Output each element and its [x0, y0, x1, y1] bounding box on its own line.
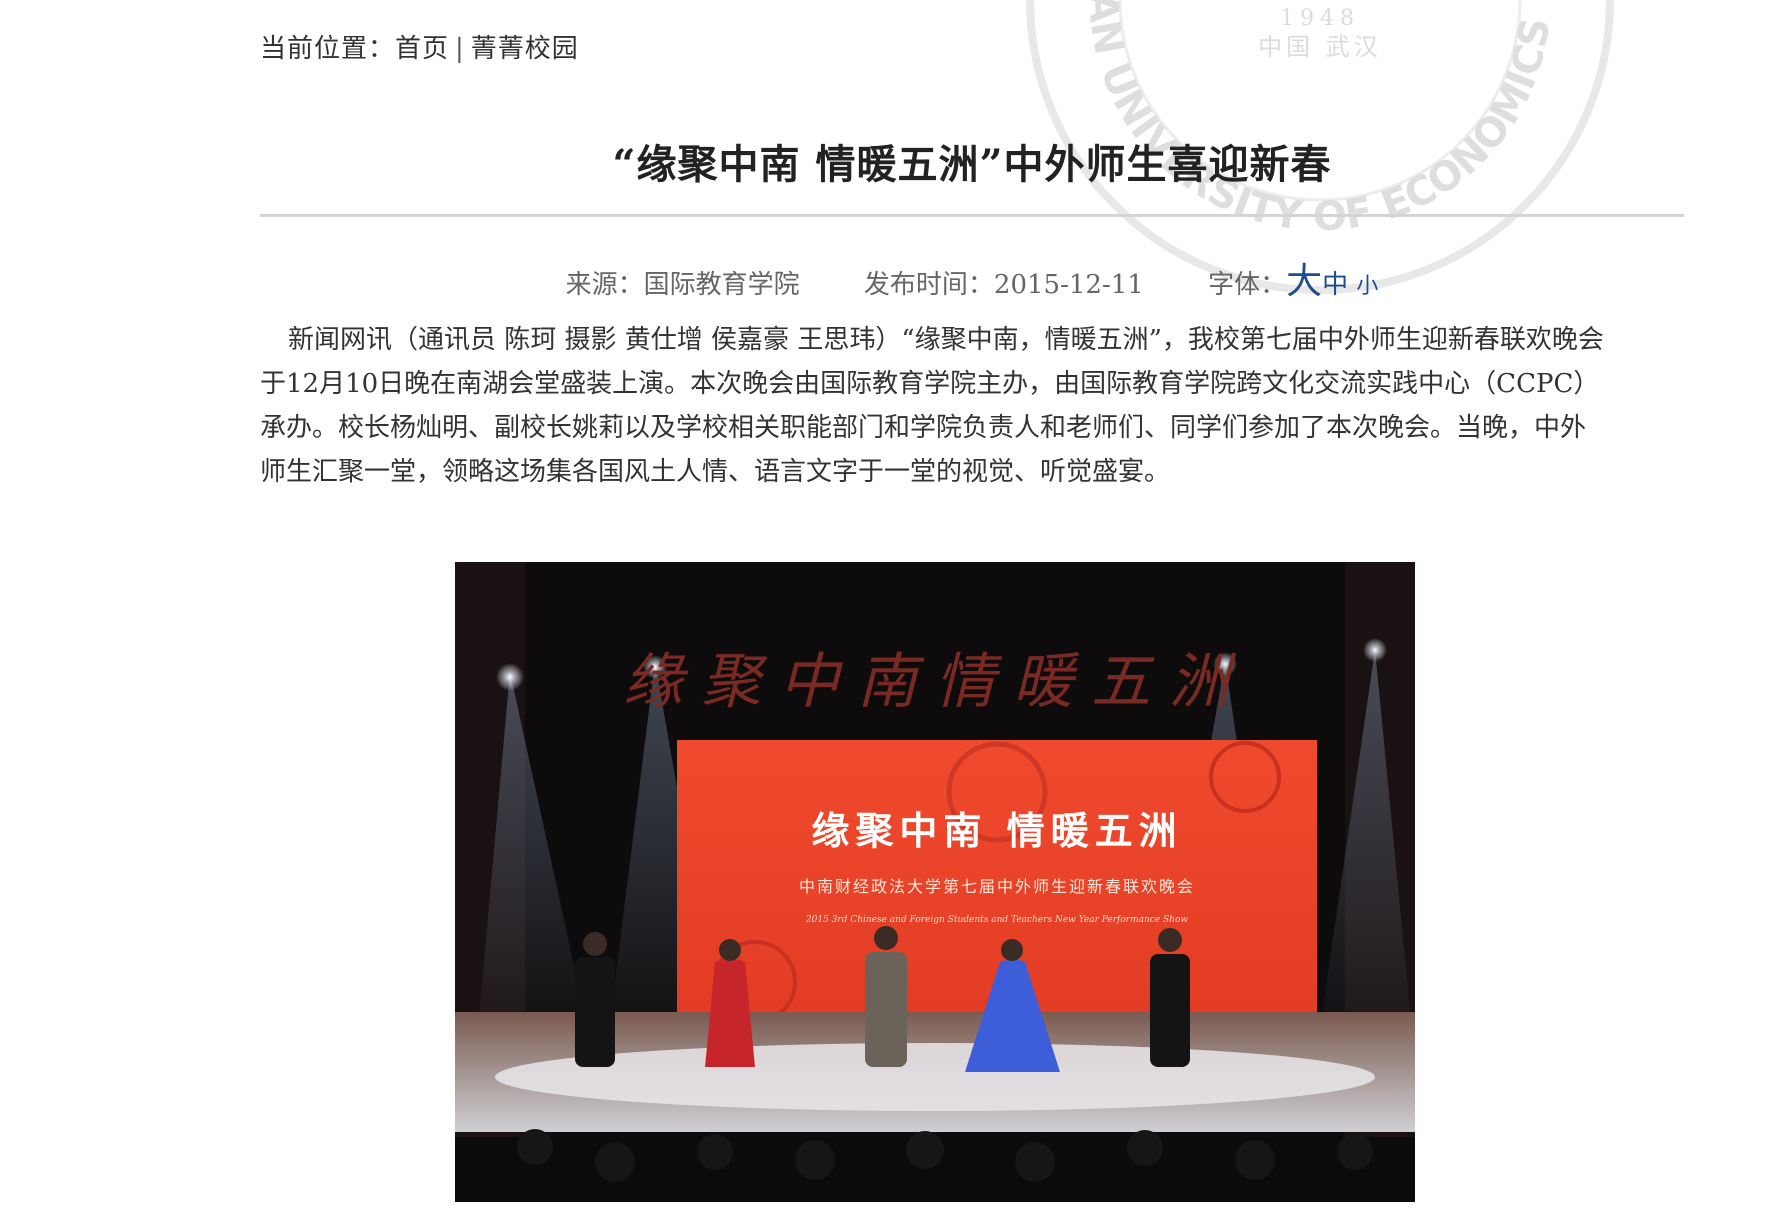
screen-subtitle: 中南财经政法大学第七届中外师生迎新春联欢晚会	[799, 877, 1195, 896]
screen-title: 缘聚中南 情暖五洲	[811, 808, 1182, 853]
stage-photo: 缘聚中南情暖五洲 缘聚中南 情暖五洲 中南财经政法大学第七届中外师生迎新春联欢晚…	[455, 562, 1415, 1202]
seal-city: 中国 武汉	[1258, 33, 1382, 61]
font-size-label: 字体：	[1208, 270, 1287, 300]
overhead-banner-text: 缘聚中南情暖五洲	[623, 647, 1247, 717]
breadcrumb-current-link[interactable]: 菁菁校园	[471, 34, 579, 64]
article-source: 来源：国际教育学院	[566, 264, 800, 301]
font-size-small-button[interactable]: 小	[1356, 274, 1378, 299]
title-divider	[260, 214, 1684, 217]
breadcrumb-separator: |	[455, 34, 465, 64]
font-size-control: 字体：大中 小	[1208, 252, 1378, 304]
font-size-large-button[interactable]: 大	[1286, 261, 1322, 302]
breadcrumb-label: 当前位置：	[260, 34, 396, 64]
source-value: 国际教育学院	[643, 270, 800, 300]
article-title: “缘聚中南 情暖五洲”中外师生喜迎新春	[612, 141, 1332, 188]
seal-year: 1948	[1280, 6, 1360, 31]
date-value: 2015-12-11	[993, 270, 1144, 300]
font-size-medium-button[interactable]: 中	[1322, 270, 1348, 300]
article-meta: 来源：国际教育学院 发布时间：2015-12-11 字体：大中 小	[260, 252, 1684, 304]
article-date: 发布时间：2015-12-11	[864, 264, 1144, 301]
article-body: 新闻网讯（通讯员 陈珂 摄影 黄仕增 侯嘉豪 王思玮）“缘聚中南，情暖五洲”，我…	[260, 325, 1604, 487]
breadcrumb-home-link[interactable]: 首页	[395, 34, 449, 64]
date-label: 发布时间：	[863, 270, 994, 300]
source-label: 来源：	[565, 270, 644, 300]
breadcrumb: 当前位置：首页 | 菁菁校园	[260, 28, 579, 65]
screen-english: 2015 3rd Chinese and Foreign Students an…	[805, 915, 1188, 925]
